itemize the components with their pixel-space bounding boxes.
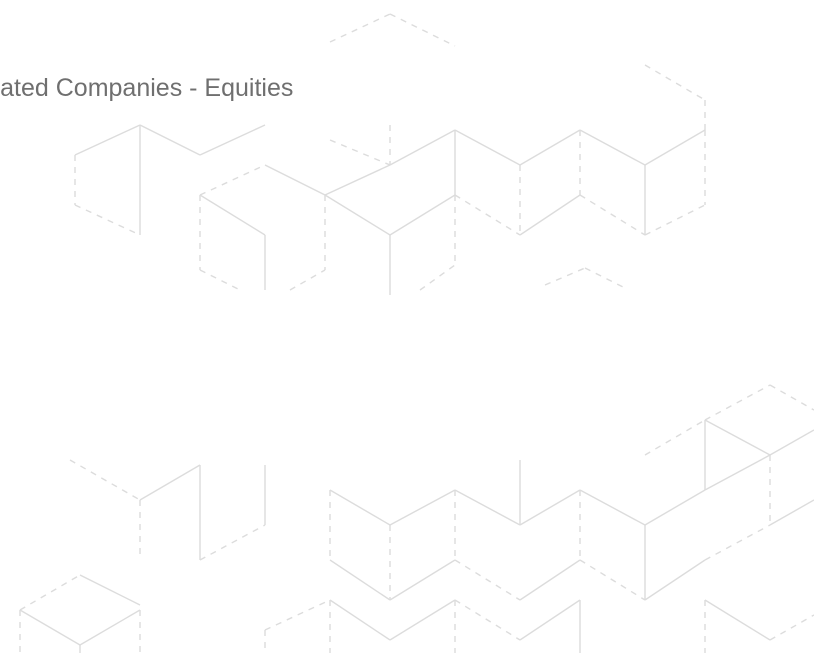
slide: porated Companies - Equities bbox=[0, 0, 814, 653]
slide-title: porated Companies - Equities bbox=[0, 74, 294, 102]
